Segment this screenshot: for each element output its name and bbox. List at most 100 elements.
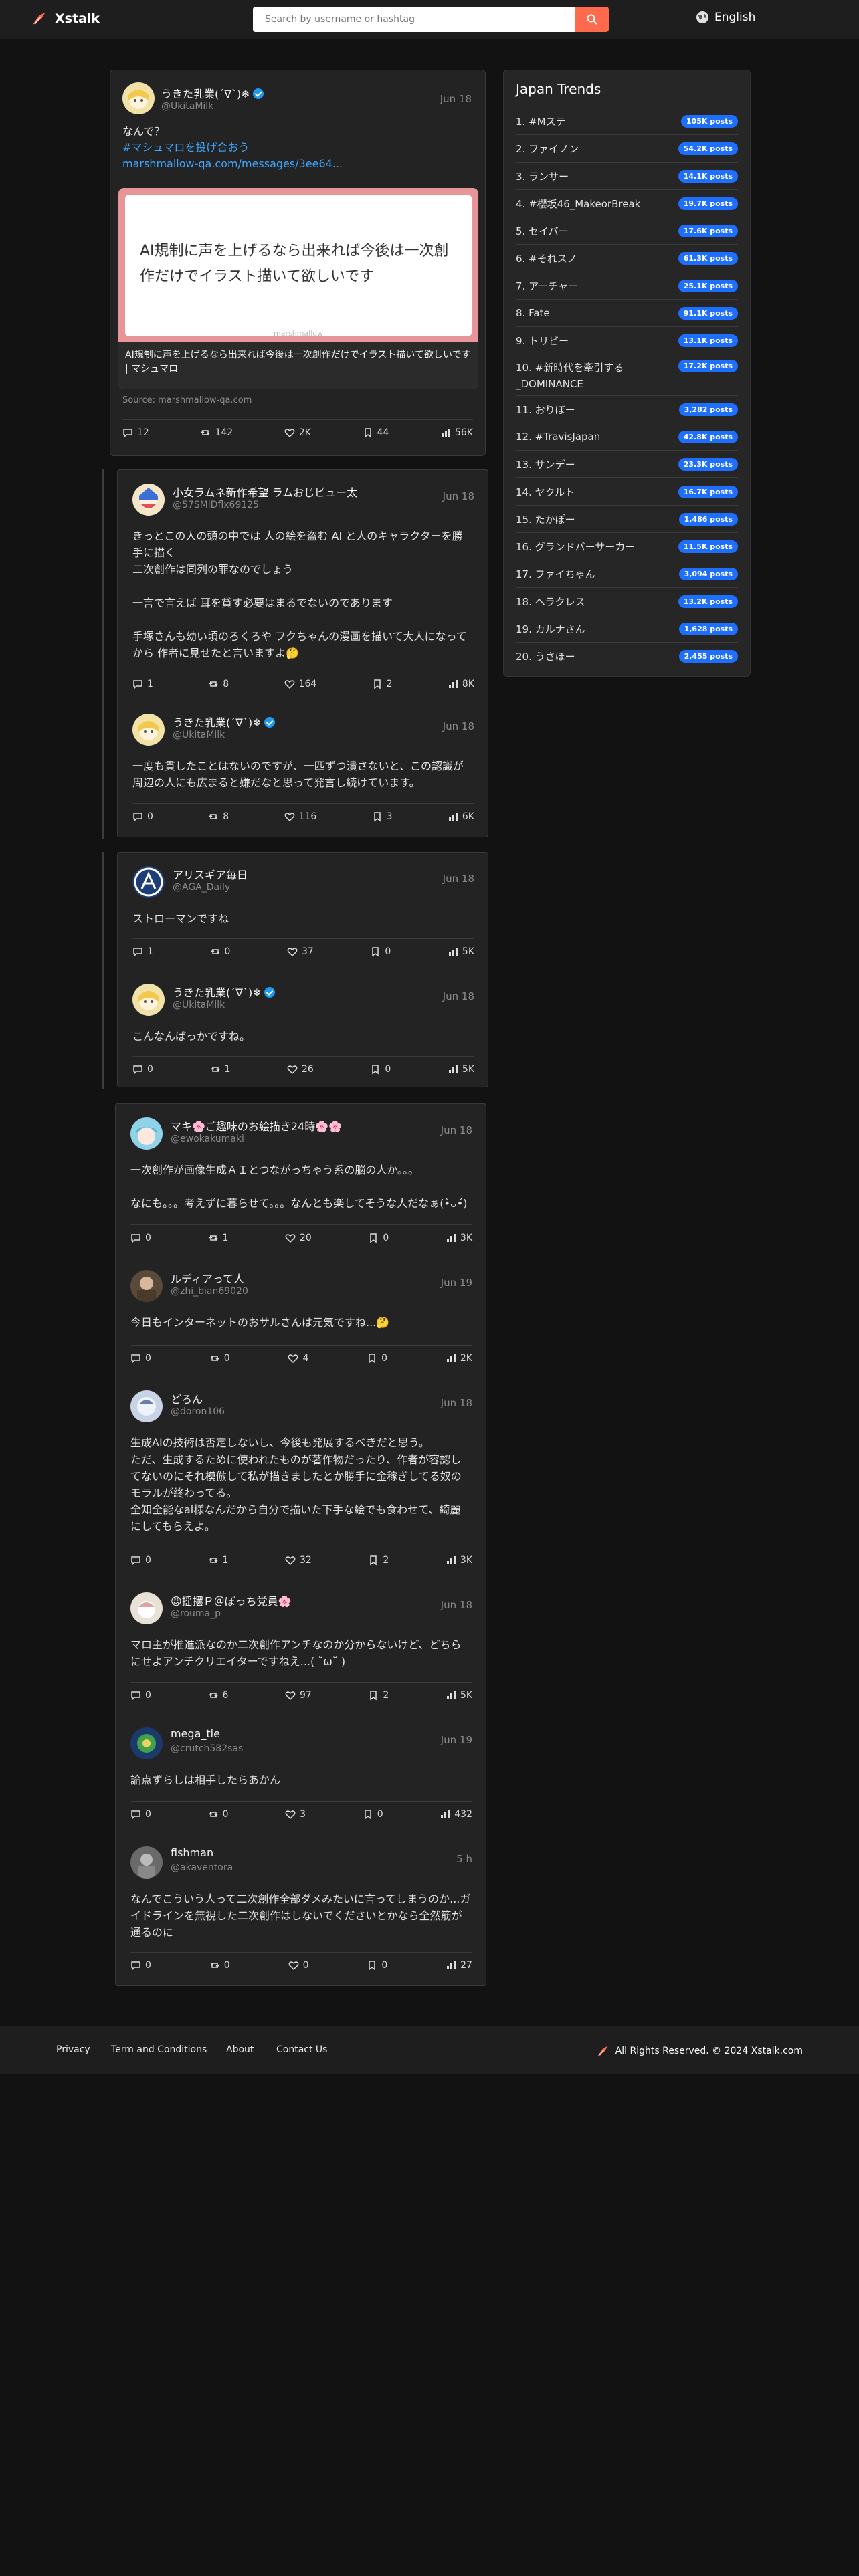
bookmark-button[interactable]: 44 <box>363 427 389 438</box>
search-button[interactable] <box>575 7 609 32</box>
avatar[interactable] <box>122 82 155 114</box>
username[interactable]: うきた乳業(´∇`)❄ <box>173 714 275 730</box>
like-button[interactable]: 37 <box>287 946 314 957</box>
retweet-button[interactable]: 8 <box>208 679 229 689</box>
avatar[interactable] <box>132 484 165 516</box>
retweet-button[interactable]: 1 <box>208 1555 228 1566</box>
user-handle[interactable]: @zhi_bian69020 <box>171 1286 248 1297</box>
like-button[interactable]: 4 <box>288 1353 308 1364</box>
trend-item[interactable]: 7. アーチャー 25.1K posts <box>516 272 738 300</box>
reply-button[interactable]: 1 <box>132 679 153 689</box>
language-selector[interactable]: English <box>696 11 755 24</box>
trend-item[interactable]: 17. ファイちゃん 3,094 posts <box>516 560 738 588</box>
bookmark-button[interactable]: 0 <box>367 1960 387 1971</box>
trend-item[interactable]: 19. カルナさん 1,628 posts <box>516 615 738 643</box>
avatar[interactable] <box>132 984 165 1016</box>
user-handle[interactable]: @crutch582sas <box>171 1743 243 1754</box>
avatar[interactable] <box>130 1846 163 1879</box>
trend-item[interactable]: 11. おりぽー 3,282 posts <box>516 396 738 423</box>
reply-button[interactable]: 0 <box>132 811 153 822</box>
user-handle[interactable]: @UkitaMilk <box>173 1000 225 1010</box>
reply-button[interactable]: 0 <box>130 1960 151 1971</box>
trend-item[interactable]: 6. #それスノ 61.3K posts <box>516 245 738 272</box>
username[interactable]: うきた乳業(´∇`)❄ <box>161 85 264 101</box>
footer-link-about[interactable]: About <box>226 2044 254 2055</box>
like-button[interactable]: 0 <box>288 1960 308 1971</box>
trend-item[interactable]: 1. #Mステ 105K posts <box>516 108 738 135</box>
avatar[interactable] <box>130 1270 163 1302</box>
like-button[interactable]: 164 <box>284 679 316 689</box>
reply-button[interactable]: 0 <box>130 1353 151 1364</box>
like-button[interactable]: 26 <box>287 1064 314 1075</box>
retweet-button[interactable]: 0 <box>208 1809 228 1820</box>
bookmark-button[interactable]: 2 <box>368 1555 389 1566</box>
user-handle[interactable]: @ewokakumaki <box>171 1134 244 1144</box>
trend-item[interactable]: 20. うさほー 2,455 posts <box>516 643 738 670</box>
hashtag-link[interactable]: #マシュマロを投げ合おう <box>122 140 343 156</box>
trend-item[interactable]: 9. トリビー 13.1K posts <box>516 327 738 354</box>
trend-item[interactable]: 14. ヤクルト 16.7K posts <box>516 478 738 506</box>
like-button[interactable]: 32 <box>285 1555 312 1566</box>
reply-button[interactable]: 1 <box>132 946 153 957</box>
username[interactable]: マキ🌸ご趣味のお絵描き24時🌸🌸 <box>171 1117 342 1134</box>
trend-item[interactable]: 10. #新時代を牽引する_DOMINANCE 17.2K posts <box>516 354 738 396</box>
footer-link-contact[interactable]: Contact Us <box>276 2044 327 2055</box>
footer-link-privacy[interactable]: Privacy <box>56 2044 90 2055</box>
user-handle[interactable]: @AGA_Daily <box>173 882 230 893</box>
trend-item[interactable]: 18. ヘラクレス 13.2K posts <box>516 588 738 615</box>
username[interactable]: ルディアって人 <box>171 1270 244 1286</box>
user-handle[interactable]: @rouma_p <box>171 1608 221 1619</box>
trend-item[interactable]: 5. セイバー 17.6K posts <box>516 217 738 245</box>
reply-button[interactable]: 12 <box>122 427 149 438</box>
bookmark-button[interactable]: 2 <box>368 1690 389 1701</box>
avatar[interactable] <box>130 1727 163 1759</box>
avatar[interactable] <box>132 714 165 746</box>
username[interactable]: 小女ラムネ新作希望 ラムおじビュー太 <box>173 484 357 500</box>
trend-item[interactable]: 13. サンデー 23.3K posts <box>516 451 738 478</box>
trend-item[interactable]: 2. ファイノン 54.2K posts <box>516 135 738 163</box>
search-input[interactable] <box>253 7 575 32</box>
bookmark-button[interactable]: 2 <box>372 679 393 689</box>
trend-item[interactable]: 15. たかぽー 1,486 posts <box>516 506 738 533</box>
username[interactable]: どろん <box>171 1390 203 1406</box>
retweet-button[interactable]: 0 <box>209 1960 230 1971</box>
user-handle[interactable]: @UkitaMilk <box>161 101 213 112</box>
reply-button[interactable]: 0 <box>130 1555 151 1566</box>
like-button[interactable]: 2K <box>284 427 311 438</box>
reply-button[interactable]: 0 <box>130 1690 151 1701</box>
like-button[interactable]: 3 <box>285 1809 306 1820</box>
trend-item[interactable]: 4. #櫻坂46_MakeorBreak 19.7K posts <box>516 190 738 217</box>
bookmark-button[interactable]: 3 <box>372 811 393 822</box>
avatar[interactable] <box>130 1117 163 1150</box>
avatar[interactable] <box>130 1390 163 1422</box>
user-handle[interactable]: @57SMiDflx69125 <box>173 500 259 510</box>
logo[interactable]: Xstalk <box>29 9 100 28</box>
username[interactable]: fishman <box>171 1846 213 1859</box>
avatar[interactable] <box>132 866 165 898</box>
retweet-button[interactable]: 0 <box>209 1353 230 1364</box>
trend-item[interactable]: 8. Fate 91.1K posts <box>516 300 738 327</box>
bookmark-button[interactable]: 0 <box>368 1232 389 1243</box>
bookmark-button[interactable]: 0 <box>370 946 391 957</box>
trend-item[interactable]: 3. ランサー 14.1K posts <box>516 163 738 190</box>
username[interactable]: うきた乳業(´∇`)❄ <box>173 984 275 1000</box>
user-handle[interactable]: @doron106 <box>171 1406 225 1417</box>
avatar[interactable] <box>130 1592 163 1624</box>
bookmark-button[interactable]: 0 <box>363 1809 383 1820</box>
trend-item[interactable]: 16. グランドバーサーカー 11.5K posts <box>516 533 738 560</box>
link-preview-card[interactable]: AI規制に声を上げるなら出来れば今後は一次創作だけでイラスト描いて欲しいです m… <box>118 188 478 389</box>
username[interactable]: アリスギア毎日 <box>173 866 248 882</box>
retweet-button[interactable]: 0 <box>210 946 230 957</box>
trend-item[interactable]: 12. #TravisJapan 42.8K posts <box>516 423 738 451</box>
username[interactable]: mega_tie <box>171 1727 220 1740</box>
like-button[interactable]: 97 <box>285 1690 312 1701</box>
reply-button[interactable]: 0 <box>132 1064 153 1075</box>
user-handle[interactable]: @akaventora <box>171 1862 233 1873</box>
retweet-button[interactable]: 142 <box>200 427 233 438</box>
like-button[interactable]: 20 <box>285 1232 312 1243</box>
user-handle[interactable]: @UkitaMilk <box>173 730 225 740</box>
bookmark-button[interactable]: 0 <box>367 1353 387 1364</box>
retweet-button[interactable]: 1 <box>208 1232 228 1243</box>
retweet-button[interactable]: 8 <box>208 811 229 822</box>
reply-button[interactable]: 0 <box>130 1809 151 1820</box>
